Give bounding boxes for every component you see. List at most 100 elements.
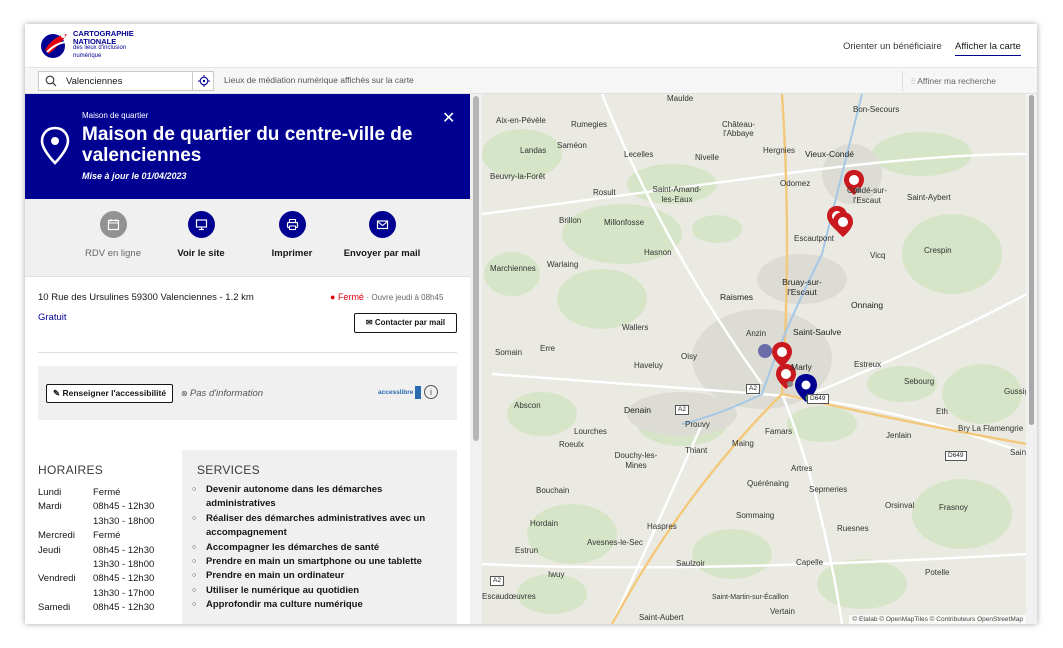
hours-time: 13h30 - 18h00 [93,559,155,571]
hours-day: Mercredi [38,530,75,542]
road-label: D649 [945,451,967,461]
hours-time: 08h45 - 12h30 [93,573,155,585]
map-place: Crespin [924,246,952,255]
accessibility-button[interactable]: ✎ Renseigner l'accessibilité [46,384,174,403]
print-label: Imprimer [271,248,313,259]
road-label: A2 [675,405,689,415]
map-place: Maing [732,439,754,448]
map-place: La Flamengrie [972,424,1024,433]
map-place: Lecelles [624,150,654,159]
map-place: Iwuy [548,570,565,579]
hours-time: Fermé [93,530,121,542]
map-place: Nivelle [695,153,720,162]
accessibility-button-label: Renseigner l'accessibilité [62,388,167,398]
close-icon[interactable]: ✕ [442,108,455,128]
map-scroll-thumb[interactable] [1029,95,1034,425]
place-title: Maison de quartier du centre-ville de va… [82,124,413,166]
nav-orienter-beneficiaire[interactable]: Orienter un bénéficiaire [843,41,942,52]
service-item: Prendre en main un ordinateur [192,569,446,584]
hours-time: 08h45 - 12h30 [93,602,155,614]
map-place: Frasnoy [939,503,968,512]
map-place: Sepmeries [809,485,848,494]
service-item: Réaliser des démarches administratives a… [192,512,446,541]
map-place: Estrun [515,546,539,555]
close-circle-icon: ⊗ [181,389,190,398]
accessibility-box: ✎ Renseigner l'accessibilité ⊗ Pas d'inf… [38,366,457,420]
map-place: Escautpont [794,234,835,243]
services-title: SERVICES [197,463,260,477]
map-place: Orsinval [885,501,915,510]
place-address: 10 Rue des Ursulines 59300 Valenciennes … [38,292,254,303]
map-place: Prouvy [685,420,710,429]
map-place: Wallers [622,323,649,332]
map-place: Thiant [685,446,708,455]
brand-name[interactable]: CARTOGRAPHIE NATIONALE des lieux d'inclu… [73,30,134,60]
service-item: Accompagner les démarches de santé [192,541,446,556]
map-place: Bon-Secours [853,105,900,114]
map-place: Rosult [593,188,616,197]
map-place: Douchy-les-Mines [614,451,658,470]
locate-button[interactable] [192,71,214,91]
map-place: Roeulx [559,440,584,449]
map-view[interactable]: Aix-en-Pévèle Rumegies Château-l'Abbaye … [482,94,1037,624]
map-place: Haveluy [634,361,663,370]
send-mail-button[interactable]: Envoyer par mail [337,211,427,259]
map-place: Estreux [854,360,882,369]
map-place: Millonfosse [604,218,645,227]
map-place: Château-l'Abbaye [722,120,755,138]
road-label: A2 [490,576,504,586]
refine-search-button[interactable]: ⫶⫶ Affiner ma recherche [902,71,996,91]
map-place: Bouchain [536,486,570,495]
print-button[interactable]: Imprimer [247,211,337,259]
opening-status: ● Fermé · Ouvre jeudi à 08h45 [330,292,443,302]
hours-row: Lundi Fermé [38,486,154,500]
hours-day: Lundi [38,487,62,498]
place-header: Maison de quartier Maison de quartier du… [25,94,470,199]
calendar-icon [99,211,127,238]
map-place: Jenlain [886,431,912,440]
brand-line-3: des lieux d'inclusion [73,45,127,51]
map-place: Raismes [720,292,754,302]
map-place: Rumegies [571,120,608,129]
services-list: Devenir autonome dans les démarches admi… [192,483,446,613]
map-place: Hordain [530,519,559,528]
contact-mail-button[interactable]: ✉ Contacter par mail [354,313,457,333]
map-place: Eth [936,407,949,416]
nav-afficher-carte[interactable]: Afficher la carte [955,41,1021,56]
info-icon[interactable]: i [424,385,438,399]
hours-day: Vendredi [38,573,76,585]
rdv-button[interactable]: RDV en ligne [68,211,158,259]
map-place: Vieux-Condé [805,149,854,159]
contact-label: Contacter par mail [374,318,446,327]
search-input[interactable]: Valenciennes [38,71,214,91]
place-updated: Mise à jour le 01/04/2023 [82,171,187,181]
send-mail-label: Envoyer par mail [343,248,421,259]
map-place: Avesnes-le-Sec [587,538,643,547]
hours-day [38,515,93,529]
hours-row: 13h30 - 18h00 [38,558,154,572]
map-place: Saméon [557,141,587,150]
hours-day: Jeudi [38,544,61,556]
refine-label: Affiner ma recherche [917,76,996,86]
map-place: Anzin [746,329,767,338]
hours-row: Vendredi 08h45 - 12h30 [38,572,154,586]
service-item: Approfondir ma culture numérique [192,598,446,613]
map-scrollbar[interactable] [1026,94,1037,624]
map-place: Capelle [796,558,824,567]
map-place: Vicq [870,251,886,260]
map-attribution[interactable]: © Etalab © OpenMapTiles © Contributeurs … [849,615,1026,624]
accesslibre-logo[interactable]: accesslibre [378,386,422,399]
status-closed: Fermé [337,292,364,302]
hours-time: Fermé [93,487,121,498]
website-button[interactable]: Voir le site [156,211,246,259]
brand-line-4: numérique [73,52,102,59]
logo-icon[interactable] [39,30,71,60]
map-place: Artres [791,464,813,473]
map-place: Bry [958,424,970,433]
monitor-icon [187,211,215,238]
panel-scroll-thumb[interactable] [473,96,479,441]
map-background [482,94,1027,624]
map-place: Famars [765,427,793,436]
map-place: Saint-Martin-sur-Écaillon [712,594,789,601]
place-type: Maison de quartier [82,111,149,120]
